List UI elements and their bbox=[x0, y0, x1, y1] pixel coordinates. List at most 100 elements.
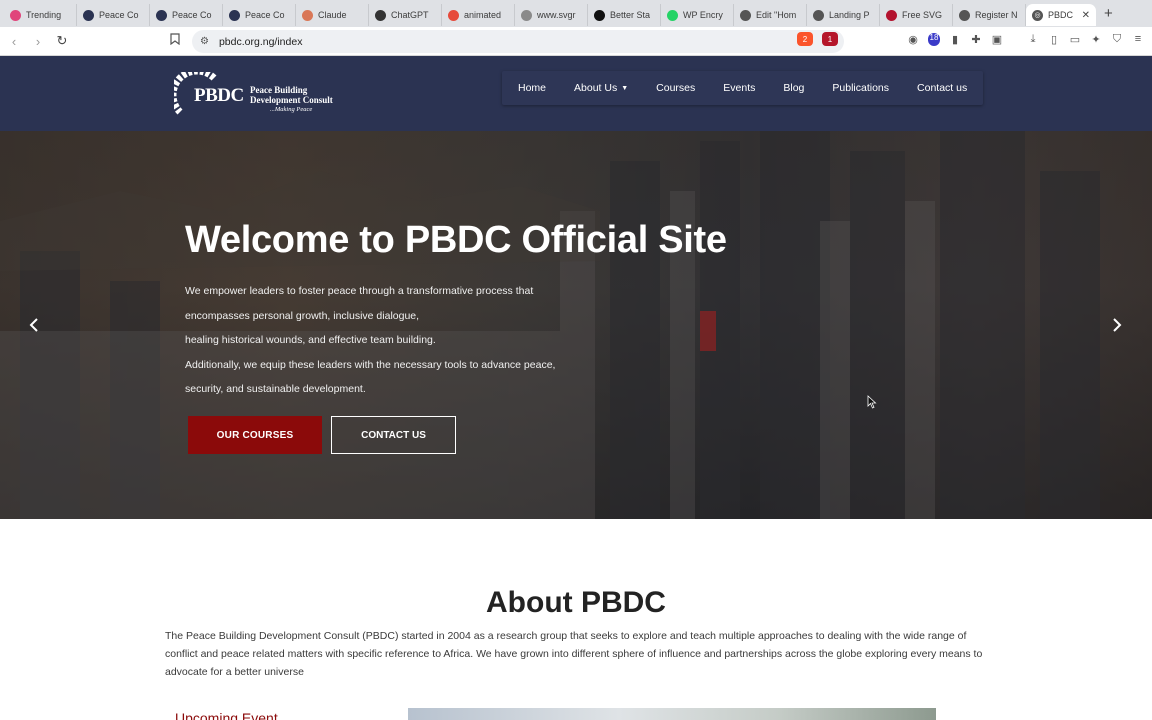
hero-slider: Welcome to PBDC Official Site We empower… bbox=[0, 131, 1152, 519]
browser-tab[interactable]: Landing P bbox=[807, 4, 880, 26]
chevron-left-icon bbox=[29, 318, 38, 332]
contact-us-button[interactable]: CONTACT US bbox=[331, 416, 456, 454]
browser-tab[interactable]: Peace Co bbox=[150, 4, 223, 26]
site-header: PBDC Peace Building Development Consult … bbox=[0, 56, 1152, 131]
forward-icon[interactable]: › bbox=[28, 34, 48, 49]
upcoming-event-heading: Upcoming Event bbox=[175, 710, 278, 720]
nav-item-home[interactable]: Home bbox=[504, 82, 560, 94]
browser-tab[interactable]: animated bbox=[442, 4, 515, 26]
wallet-icon[interactable]: ▭ bbox=[1069, 33, 1081, 46]
browser-tab[interactable]: Trending bbox=[4, 4, 77, 26]
ai-icon[interactable]: ✦ bbox=[1090, 33, 1102, 46]
url-text: pbdc.org.ng/index bbox=[218, 35, 303, 48]
camera-icon[interactable]: ◉ bbox=[907, 33, 919, 46]
nav-item-label: Home bbox=[518, 82, 547, 94]
main-nav: Home About Us ▼ Courses Events Blog Publicatio… bbox=[502, 71, 984, 105]
chevron-right-icon bbox=[1113, 318, 1122, 332]
browser-tab[interactable]: WP Encry bbox=[661, 4, 734, 26]
browser-tab[interactable]: Claude bbox=[296, 4, 369, 26]
tab-title: Peace Co bbox=[172, 10, 212, 20]
tab-title: www.svgr bbox=[537, 10, 576, 20]
menu-icon[interactable]: ≡ bbox=[1132, 33, 1144, 46]
tab-title: Peace Co bbox=[99, 10, 139, 20]
browser-tab[interactable]: Edit "Hom bbox=[734, 4, 807, 26]
nav-item-contact-us[interactable]: Contact us bbox=[903, 82, 981, 94]
brave-count: 2 bbox=[802, 34, 808, 44]
bookmark-icon[interactable] bbox=[170, 33, 180, 48]
browser-tab[interactable]: Peace Co bbox=[77, 4, 150, 26]
new-tab-button[interactable]: + bbox=[1104, 5, 1113, 22]
tab-favicon-icon bbox=[302, 9, 313, 21]
logo-mark-text: PBDC bbox=[194, 85, 244, 106]
alert-icon[interactable]: 1 bbox=[822, 32, 838, 46]
nav-item-courses[interactable]: Courses bbox=[642, 82, 709, 94]
nav-item-blog[interactable]: Blog bbox=[769, 82, 818, 94]
logo-line-2: Development Consult bbox=[250, 95, 333, 105]
browser-tab[interactable]: Free SVG bbox=[880, 4, 953, 26]
hero-line: encompasses personal growth, inclusive d… bbox=[185, 309, 420, 322]
tab-title: Better Sta bbox=[610, 10, 651, 20]
alert-count: 1 bbox=[827, 34, 833, 44]
tab-favicon-icon bbox=[229, 9, 240, 21]
nav-item-publications[interactable]: Publications bbox=[818, 82, 903, 94]
nav-item-about-us[interactable]: About Us ▼ bbox=[560, 82, 642, 94]
sidebar-icon[interactable]: ▯ bbox=[1048, 33, 1060, 46]
about-text: The Peace Building Development Consult (… bbox=[165, 630, 983, 678]
tab-favicon-icon bbox=[10, 9, 21, 21]
tab-favicon-icon bbox=[813, 9, 824, 21]
download-icon[interactable]: ⤓ bbox=[1027, 33, 1039, 46]
tab-favicon-icon bbox=[594, 9, 605, 21]
separator bbox=[1012, 33, 1018, 46]
tab-list: Trending Peace Co Peace Co Peace Co Claude Ch… bbox=[4, 1, 1026, 26]
tab-title: Free SVG bbox=[902, 10, 943, 20]
nav-item-label: Publications bbox=[832, 82, 890, 94]
hero-description: We empower leaders to foster peace throu… bbox=[185, 279, 585, 402]
our-courses-button[interactable]: OUR COURSES bbox=[188, 416, 322, 454]
tab-title: Claude bbox=[318, 10, 347, 20]
browser-toolbar: ‹ › ↻ ⚙ pbdc.org.ng/index ⇪ 2 1 ◉ 18 ▮ ✚… bbox=[0, 27, 1152, 56]
nav-item-label: Courses bbox=[656, 82, 696, 94]
about-title: About PBDC bbox=[486, 586, 666, 619]
screenshot-icon[interactable]: ▣ bbox=[991, 33, 1003, 46]
logo-line-1: Peace Building bbox=[250, 85, 308, 95]
puzzle-icon[interactable]: ✚ bbox=[970, 33, 982, 46]
reload-icon[interactable]: ↻ bbox=[52, 33, 72, 49]
browser-tab[interactable]: Peace Co bbox=[223, 4, 296, 26]
tab-favicon-icon bbox=[667, 9, 678, 21]
hero-line: Additionally, we equip these leaders wit… bbox=[185, 358, 556, 371]
tab-title: Edit "Hom bbox=[756, 10, 797, 20]
address-bar[interactable]: ⚙ pbdc.org.ng/index ⇪ bbox=[192, 30, 844, 53]
tab-title: animated bbox=[464, 10, 502, 20]
tab-title: Landing P bbox=[829, 10, 870, 20]
logo-name: Peace Building Development Consult bbox=[250, 85, 333, 105]
tab-favicon-icon bbox=[886, 9, 897, 21]
slider-prev-button[interactable] bbox=[14, 303, 54, 347]
tab-title: Register N bbox=[975, 10, 1018, 20]
site-settings-icon[interactable]: ⚙ bbox=[200, 36, 209, 47]
bottle-icon[interactable]: ▮ bbox=[949, 33, 961, 46]
tab-title: PBDC bbox=[1048, 10, 1074, 20]
vpn-icon[interactable]: ⛉ bbox=[1111, 33, 1123, 46]
nav-item-events[interactable]: Events bbox=[709, 82, 769, 94]
tab-active[interactable]: ◎ PBDC ✕ bbox=[1026, 4, 1096, 26]
brave-shield-icon[interactable]: 2 bbox=[797, 32, 813, 46]
tab-title: Trending bbox=[26, 10, 62, 20]
tab-title: Peace Co bbox=[245, 10, 285, 20]
nav-item-label: About Us bbox=[574, 82, 618, 94]
close-icon[interactable]: ✕ bbox=[1082, 10, 1090, 21]
browser-tab[interactable]: Better Sta bbox=[588, 4, 661, 26]
extension-badge-icon[interactable]: 18 bbox=[928, 33, 940, 46]
about-image bbox=[408, 708, 936, 720]
browser-tab[interactable]: Register N bbox=[953, 4, 1026, 26]
back-icon[interactable]: ‹ bbox=[4, 34, 24, 49]
caret-down-icon: ▼ bbox=[621, 84, 629, 92]
extension-count: 18 bbox=[929, 33, 939, 42]
browser-tab[interactable]: ChatGPT bbox=[369, 4, 442, 26]
logo-tagline: ...Making Peace bbox=[270, 106, 313, 113]
hero-line: We empower leaders to foster peace throu… bbox=[185, 285, 534, 297]
tab-favicon-icon bbox=[156, 9, 167, 21]
slider-next-button[interactable] bbox=[1097, 303, 1137, 347]
browser-tab[interactable]: www.svgr bbox=[515, 4, 588, 26]
nav-item-label: Events bbox=[723, 82, 756, 94]
site-logo[interactable]: PBDC Peace Building Development Consult … bbox=[174, 71, 344, 117]
